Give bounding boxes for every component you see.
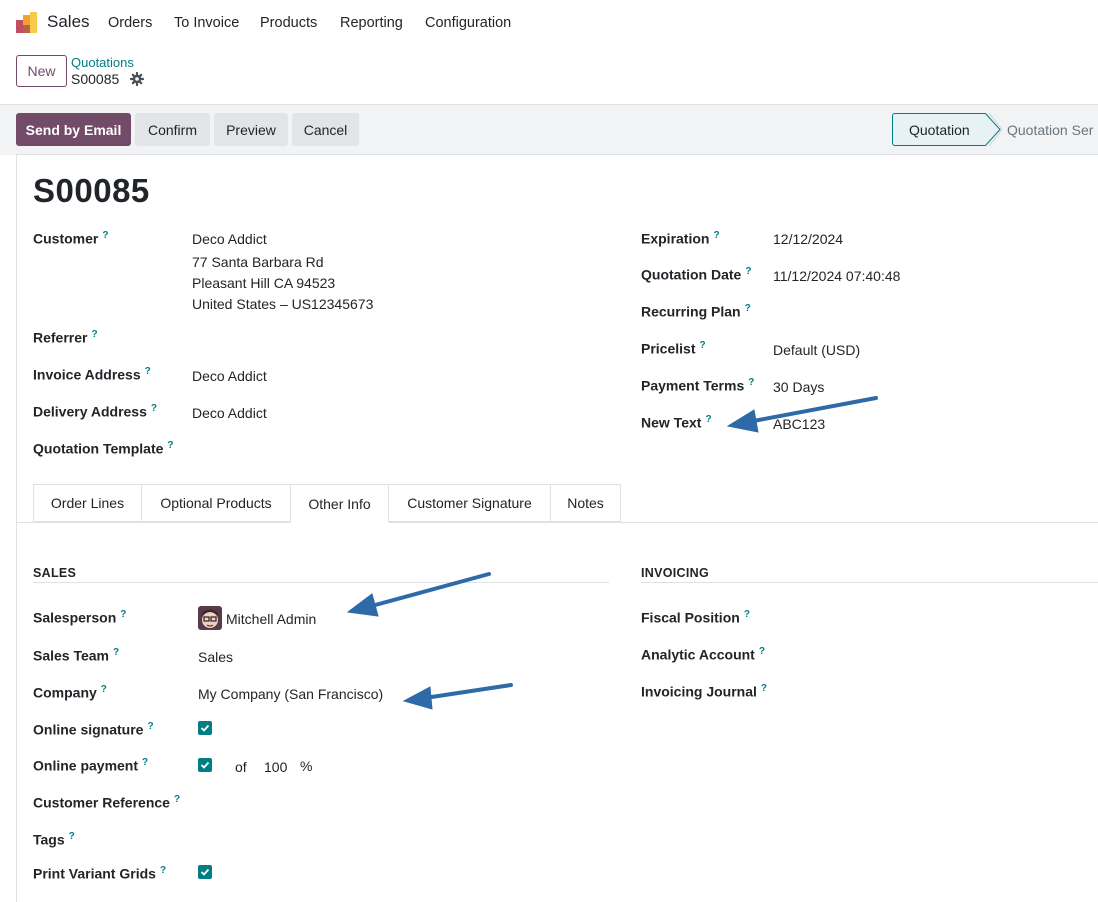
annotation-arrow-new-text <box>726 396 878 433</box>
annotation-arrow-company <box>402 683 513 710</box>
annotation-arrows <box>346 396 878 710</box>
annotation-arrow-salesperson <box>346 572 491 617</box>
